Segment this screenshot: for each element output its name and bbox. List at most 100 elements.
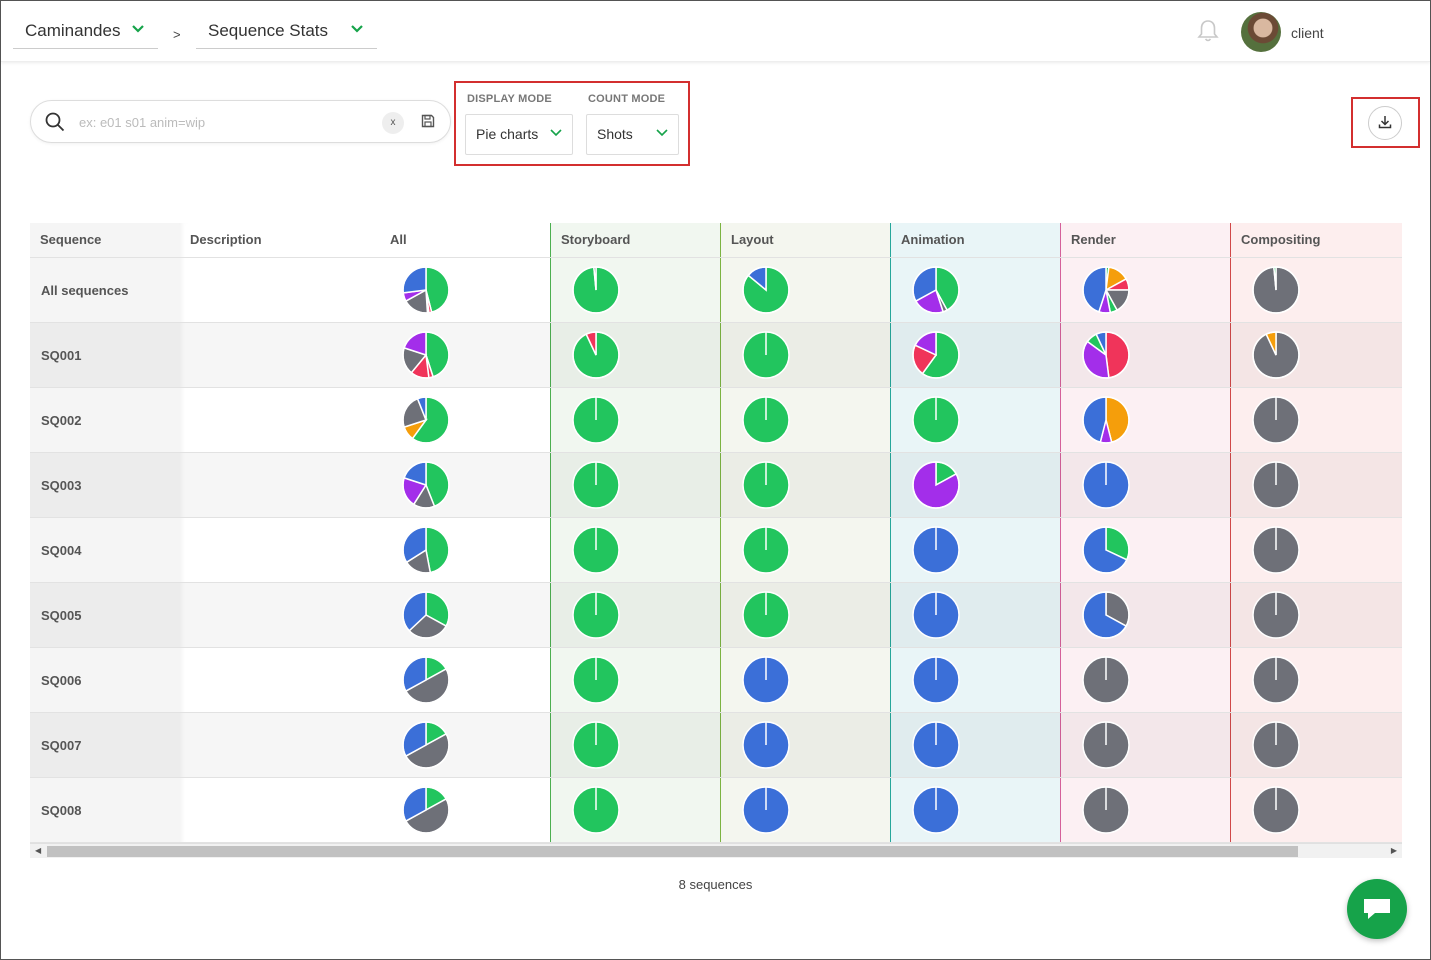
header-render[interactable]: Render [1061, 223, 1230, 257]
pie-chart-storyboard[interactable] [572, 331, 620, 379]
pie-chart-animation[interactable] [912, 266, 960, 314]
stats-table: Sequence Description All Storyboard Layo… [30, 223, 1402, 843]
row-sequence-name[interactable]: All sequences [30, 258, 179, 323]
pie-chart-storyboard[interactable] [572, 461, 620, 509]
pie-chart-layout[interactable] [742, 656, 790, 704]
pie-chart-render[interactable] [1082, 331, 1130, 379]
search-box: x [30, 100, 451, 143]
pie-chart-all[interactable] [402, 331, 450, 379]
pie-chart-animation[interactable] [912, 656, 960, 704]
search-input[interactable] [79, 112, 369, 132]
row-sequence-name[interactable]: SQ007 [30, 713, 179, 778]
row-sequence-name[interactable]: SQ008 [30, 778, 179, 843]
row-sequence-name[interactable]: SQ003 [30, 453, 179, 518]
pie-chart-animation[interactable] [912, 721, 960, 769]
pie-chart-compositing[interactable] [1252, 396, 1300, 444]
avatar[interactable] [1241, 12, 1281, 52]
count-mode-select[interactable]: Shots [586, 114, 679, 155]
scrollbar-thumb[interactable] [47, 846, 1298, 857]
pie-chart-compositing[interactable] [1252, 526, 1300, 574]
chat-button[interactable] [1347, 879, 1407, 939]
row-description [179, 258, 379, 323]
pie-chart-layout[interactable] [742, 331, 790, 379]
pie-chart-storyboard[interactable] [572, 591, 620, 639]
pie-chart-layout[interactable] [742, 266, 790, 314]
clear-search-button[interactable]: x [382, 112, 404, 134]
download-button[interactable] [1368, 106, 1402, 140]
pie-chart-layout[interactable] [742, 721, 790, 769]
pie-chart-all[interactable] [402, 656, 450, 704]
pie-chart-storyboard[interactable] [572, 786, 620, 834]
pie-chart-all[interactable] [402, 786, 450, 834]
header-animation[interactable]: Animation [891, 223, 1060, 257]
pie-chart-all[interactable] [402, 461, 450, 509]
pie-chart-layout[interactable] [742, 526, 790, 574]
pie-chart-animation[interactable] [912, 396, 960, 444]
bell-icon[interactable] [1197, 19, 1219, 43]
row-description [179, 778, 379, 843]
pie-chart-render[interactable] [1082, 721, 1130, 769]
pie-chart-layout[interactable] [742, 591, 790, 639]
chevron-down-icon [351, 25, 363, 33]
user-name[interactable]: client [1291, 25, 1324, 41]
horizontal-scrollbar[interactable]: ◀ ▶ [30, 843, 1402, 858]
display-mode-label: DISPLAY MODE [467, 93, 552, 105]
pie-chart-compositing[interactable] [1252, 786, 1300, 834]
pie-chart-render[interactable] [1082, 526, 1130, 574]
pie-chart-layout[interactable] [742, 396, 790, 444]
pie-chart-animation[interactable] [912, 786, 960, 834]
pie-chart-compositing[interactable] [1252, 591, 1300, 639]
mode-selectors: DISPLAY MODE Pie charts COUNT MODE Shots [454, 81, 690, 166]
pie-chart-render[interactable] [1082, 591, 1130, 639]
pie-chart-storyboard[interactable] [572, 526, 620, 574]
display-mode-select[interactable]: Pie charts [465, 114, 573, 155]
production-select[interactable]: Caminandes [13, 13, 158, 49]
pie-chart-all[interactable] [402, 266, 450, 314]
row-sequence-name[interactable]: SQ001 [30, 323, 179, 388]
row-description [179, 518, 379, 583]
pie-chart-render[interactable] [1082, 786, 1130, 834]
chat-icon [1364, 899, 1390, 919]
row-description [179, 583, 379, 648]
pie-chart-layout[interactable] [742, 461, 790, 509]
header-compositing[interactable]: Compositing [1231, 223, 1402, 257]
download-highlight [1351, 97, 1420, 148]
pie-chart-render[interactable] [1082, 396, 1130, 444]
pie-chart-render[interactable] [1082, 461, 1130, 509]
pie-chart-animation[interactable] [912, 331, 960, 379]
header-layout[interactable]: Layout [721, 223, 890, 257]
pie-chart-render[interactable] [1082, 656, 1130, 704]
pie-chart-all[interactable] [402, 526, 450, 574]
pie-chart-layout[interactable] [742, 786, 790, 834]
pie-chart-render[interactable] [1082, 266, 1130, 314]
pie-chart-all[interactable] [402, 721, 450, 769]
pie-chart-animation[interactable] [912, 461, 960, 509]
pie-chart-storyboard[interactable] [572, 396, 620, 444]
scroll-right-arrow-icon[interactable]: ▶ [1391, 846, 1397, 855]
scroll-left-arrow-icon[interactable]: ◀ [35, 846, 41, 855]
pie-chart-compositing[interactable] [1252, 331, 1300, 379]
row-sequence-name[interactable]: SQ005 [30, 583, 179, 648]
pie-chart-compositing[interactable] [1252, 461, 1300, 509]
pie-chart-all[interactable] [402, 591, 450, 639]
pie-chart-compositing[interactable] [1252, 266, 1300, 314]
pie-chart-storyboard[interactable] [572, 266, 620, 314]
header-description[interactable]: Description [180, 223, 380, 257]
pie-chart-storyboard[interactable] [572, 656, 620, 704]
page-select[interactable]: Sequence Stats [196, 13, 377, 49]
row-sequence-name[interactable]: SQ004 [30, 518, 179, 583]
pie-chart-storyboard[interactable] [572, 721, 620, 769]
header-sequence[interactable]: Sequence [30, 223, 179, 257]
pie-chart-all[interactable] [402, 396, 450, 444]
pie-chart-compositing[interactable] [1252, 656, 1300, 704]
header-all[interactable]: All [380, 223, 550, 257]
header-storyboard[interactable]: Storyboard [551, 223, 720, 257]
chevron-down-icon [656, 129, 668, 137]
pie-chart-animation[interactable] [912, 526, 960, 574]
pie-chart-animation[interactable] [912, 591, 960, 639]
page-select-label: Sequence Stats [208, 20, 329, 40]
pie-chart-compositing[interactable] [1252, 721, 1300, 769]
row-sequence-name[interactable]: SQ002 [30, 388, 179, 453]
row-sequence-name[interactable]: SQ006 [30, 648, 179, 713]
save-icon[interactable] [421, 114, 435, 128]
